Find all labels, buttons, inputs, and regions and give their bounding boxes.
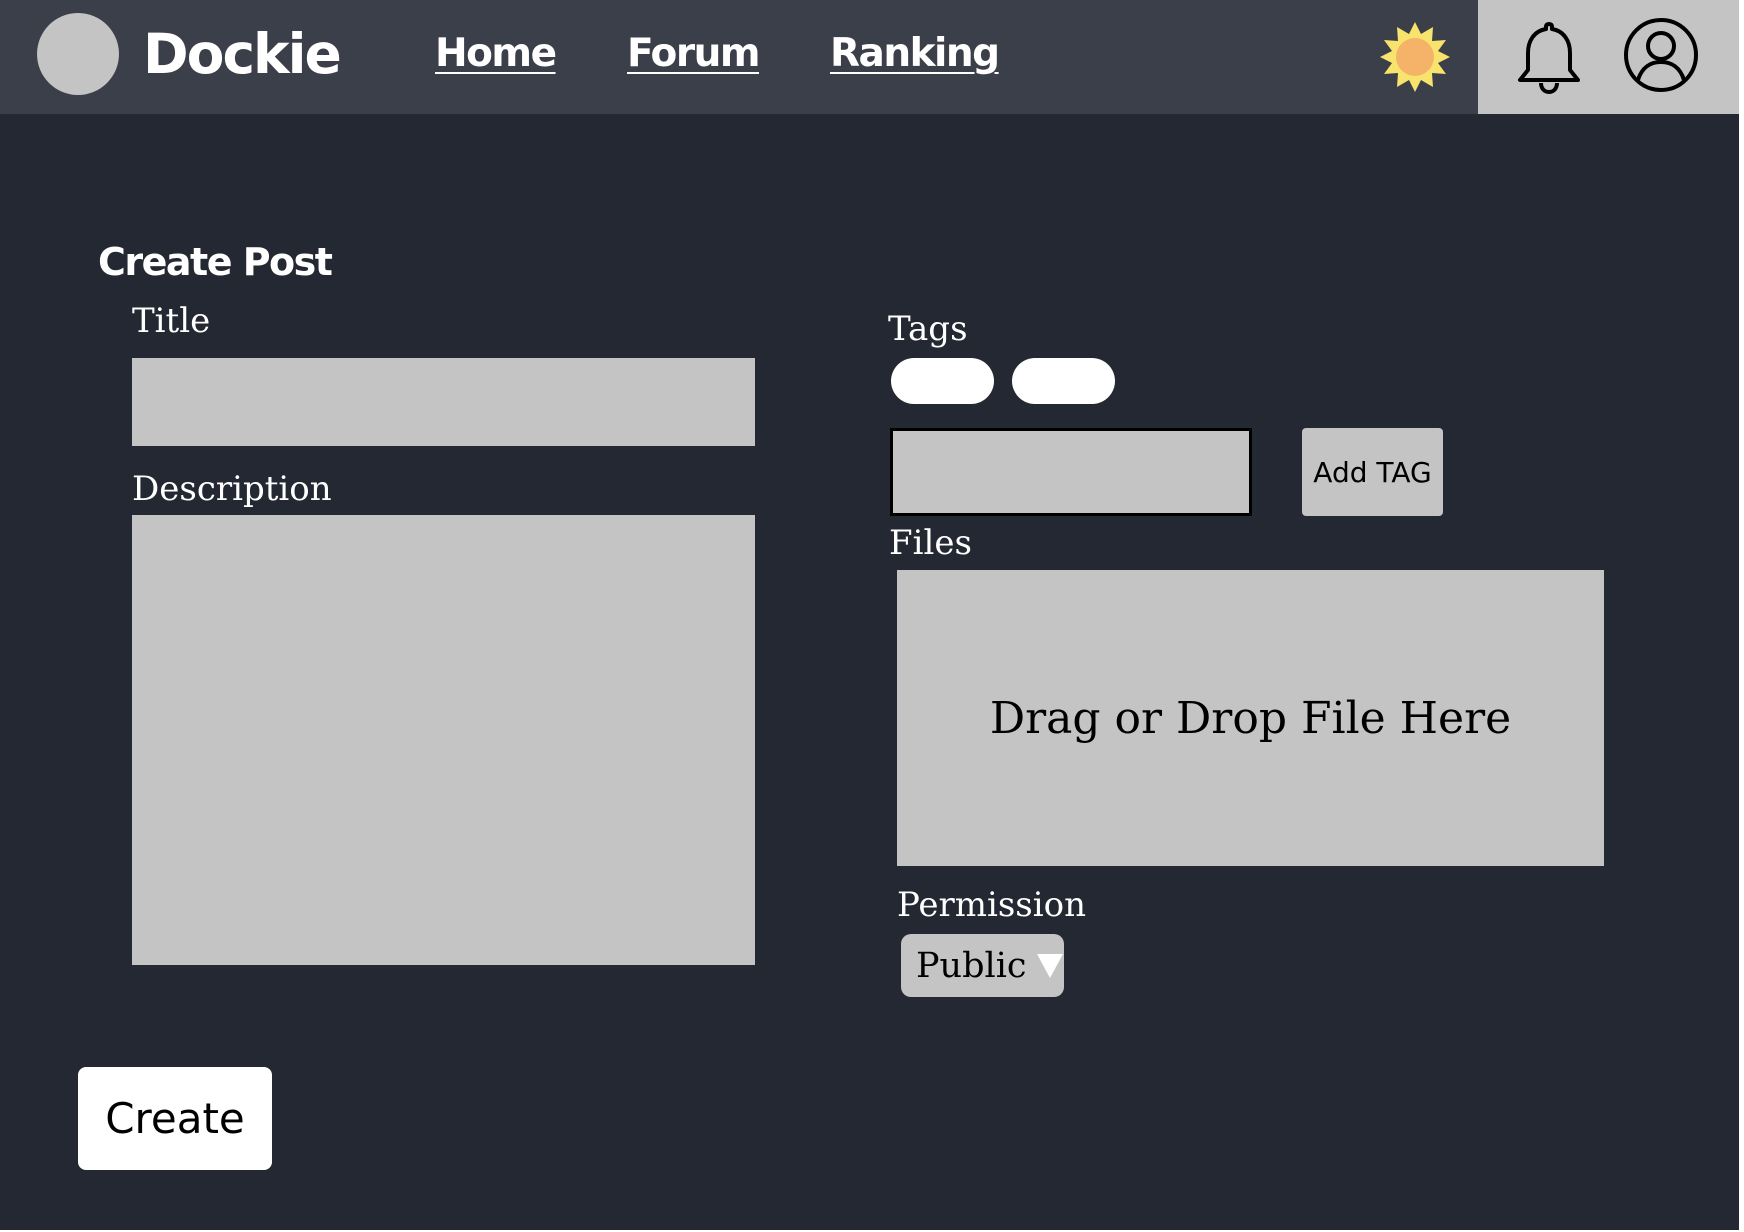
triangle-down-icon	[1036, 953, 1063, 978]
tag-input[interactable]	[890, 428, 1252, 516]
description-textarea[interactable]	[132, 515, 755, 965]
tags-label: Tags	[888, 309, 968, 349]
permission-select[interactable]: Public	[901, 934, 1064, 997]
tag-chip[interactable]	[1012, 358, 1115, 404]
nav-ranking[interactable]: Ranking	[830, 30, 1000, 78]
title-label: Title	[132, 301, 211, 341]
title-input[interactable]	[132, 358, 755, 446]
page-title: Create Post	[98, 240, 333, 284]
permission-label: Permission	[897, 885, 1086, 925]
tag-chip[interactable]	[891, 358, 994, 404]
permission-value: Public	[916, 945, 1027, 986]
sun-icon[interactable]	[1380, 22, 1450, 92]
logo[interactable]	[37, 13, 119, 95]
nav-home[interactable]: Home	[435, 30, 557, 78]
brand-name[interactable]: Dockie	[143, 20, 342, 88]
app-frame: Dockie Home Forum Ranking Create Post Ti…	[0, 0, 1739, 1230]
top-bar: Dockie Home Forum Ranking	[0, 0, 1739, 114]
file-dropzone[interactable]: Drag or Drop File Here	[897, 570, 1604, 866]
nav-forum[interactable]: Forum	[627, 30, 761, 78]
dropzone-text: Drag or Drop File Here	[989, 692, 1512, 744]
description-label: Description	[132, 469, 332, 509]
add-tag-button[interactable]: Add TAG	[1302, 428, 1443, 516]
bell-icon[interactable]	[1514, 20, 1584, 96]
create-button[interactable]: Create	[78, 1067, 272, 1170]
files-label: Files	[889, 523, 972, 563]
profile-icon[interactable]	[1623, 17, 1699, 93]
